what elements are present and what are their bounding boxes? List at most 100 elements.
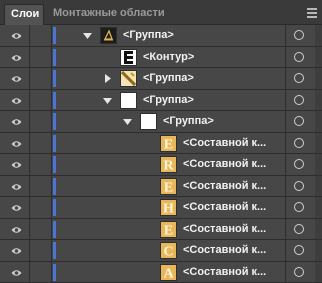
visibility-toggle[interactable] (0, 111, 30, 132)
scrollbar-track[interactable] (315, 132, 322, 153)
lock-toggle[interactable] (31, 197, 52, 218)
visibility-toggle[interactable] (0, 218, 30, 239)
target-circle-icon[interactable] (294, 116, 304, 126)
layer-thumbnail: H (160, 199, 177, 216)
layer-row[interactable]: <Группа> (0, 68, 322, 90)
eye-icon (11, 139, 22, 147)
target-circle-icon[interactable] (294, 202, 304, 212)
layer-name[interactable]: <Группа> (163, 111, 214, 132)
eye-icon (11, 117, 22, 125)
tab-artboards[interactable]: Монтажные области (47, 4, 171, 25)
layer-thumbnail: C (160, 242, 177, 259)
target-circle-icon[interactable] (294, 137, 304, 148)
panel-menu-icon[interactable] (305, 6, 319, 18)
layer-row[interactable]: <Группа> (0, 111, 322, 133)
scrollbar-track[interactable] (315, 25, 322, 46)
layer-name[interactable]: <Составной к... (183, 240, 266, 261)
layer-row[interactable]: <Группа> (0, 89, 322, 111)
lock-toggle[interactable] (31, 132, 52, 153)
lock-toggle[interactable] (31, 218, 52, 239)
lock-toggle[interactable] (31, 154, 52, 175)
scrollbar-track[interactable] (315, 154, 322, 175)
scrollbar-track[interactable] (315, 68, 322, 89)
eye-icon (11, 74, 22, 82)
visibility-toggle[interactable] (0, 25, 30, 46)
scrollbar-track[interactable] (315, 111, 322, 132)
target-circle-icon[interactable] (294, 223, 304, 234)
layer-name[interactable]: <Группа> (143, 68, 194, 89)
layer-name[interactable]: <Группа> (143, 90, 194, 111)
lock-toggle[interactable] (31, 89, 52, 110)
lock-toggle[interactable] (31, 111, 52, 132)
layer-row[interactable]: E <Составной к... (0, 218, 322, 240)
eye-icon (11, 182, 22, 190)
layer-row[interactable]: E <Составной к... (0, 175, 322, 197)
disclosure-expanded-icon[interactable] (83, 31, 92, 40)
disclosure-expanded-icon[interactable] (123, 117, 132, 126)
target-column (285, 154, 322, 175)
target-column (285, 175, 322, 196)
layer-name[interactable]: <Составной к... (183, 262, 266, 283)
target-circle-icon[interactable] (294, 94, 304, 105)
disclosure-collapsed-icon[interactable] (103, 74, 112, 83)
visibility-toggle[interactable] (0, 175, 30, 196)
layer-thumbnail: R (160, 156, 177, 173)
layer-row[interactable]: C <Составной к... (0, 240, 322, 262)
lock-toggle[interactable] (31, 68, 52, 89)
scrollbar-track[interactable] (315, 197, 322, 218)
visibility-toggle[interactable] (0, 240, 30, 261)
layer-name[interactable]: <Контур> (143, 47, 194, 68)
layer-thumbnail: E (160, 177, 177, 195)
lock-toggle[interactable] (31, 25, 52, 46)
svg-text:H: H (163, 202, 174, 216)
target-circle-icon[interactable] (294, 51, 304, 62)
visibility-toggle[interactable] (0, 154, 30, 175)
scrollbar-track[interactable] (315, 46, 322, 67)
eye-icon (11, 225, 22, 233)
target-circle-icon[interactable] (294, 159, 304, 169)
eye-icon (11, 246, 22, 254)
visibility-toggle[interactable] (0, 261, 30, 282)
scrollbar-track[interactable] (315, 218, 322, 239)
visibility-toggle[interactable] (0, 89, 30, 110)
scrollbar-track[interactable] (315, 240, 322, 261)
layers-list: <Группа> <Контур> <Группа> <Группа> <Гру… (0, 25, 322, 283)
layer-color-bar (53, 113, 56, 130)
target-circle-icon[interactable] (294, 245, 304, 255)
target-circle-icon[interactable] (294, 30, 304, 40)
layer-row[interactable]: <Контур> (0, 46, 322, 68)
layer-row[interactable]: E <Составной к... (0, 132, 322, 154)
layer-name[interactable]: <Составной к... (183, 197, 266, 218)
lock-toggle[interactable] (31, 240, 52, 261)
lock-toggle[interactable] (31, 46, 52, 67)
disclosure-expanded-icon[interactable] (103, 96, 112, 105)
layer-name[interactable]: <Группа> (123, 25, 174, 46)
layer-thumbnail (120, 48, 137, 66)
layer-color-bar (53, 91, 56, 109)
target-circle-icon[interactable] (294, 180, 304, 191)
layer-row[interactable]: A <Составной к... (0, 261, 322, 283)
eye-icon (11, 160, 22, 168)
visibility-toggle[interactable] (0, 132, 30, 153)
scrollbar-track[interactable] (315, 261, 322, 282)
tab-layers[interactable]: Слои (4, 4, 44, 25)
visibility-toggle[interactable] (0, 46, 30, 67)
layer-thumbnail (120, 91, 137, 109)
eye-icon (11, 53, 22, 61)
layer-name[interactable]: <Составной к... (183, 219, 266, 240)
scrollbar-track[interactable] (315, 89, 322, 110)
lock-toggle[interactable] (31, 261, 52, 282)
scrollbar-track[interactable] (315, 175, 322, 196)
layer-name[interactable]: <Составной к... (183, 176, 266, 197)
visibility-toggle[interactable] (0, 197, 30, 218)
layer-name[interactable]: <Составной к... (183, 154, 266, 175)
layer-row[interactable]: <Группа> (0, 25, 322, 47)
lock-toggle[interactable] (31, 175, 52, 196)
target-column (285, 240, 322, 261)
visibility-toggle[interactable] (0, 68, 30, 89)
target-circle-icon[interactable] (294, 73, 304, 83)
layer-name[interactable]: <Составной к... (183, 133, 266, 154)
layer-row[interactable]: H <Составной к... (0, 197, 322, 219)
layer-row[interactable]: R <Составной к... (0, 154, 322, 176)
target-circle-icon[interactable] (294, 266, 304, 277)
